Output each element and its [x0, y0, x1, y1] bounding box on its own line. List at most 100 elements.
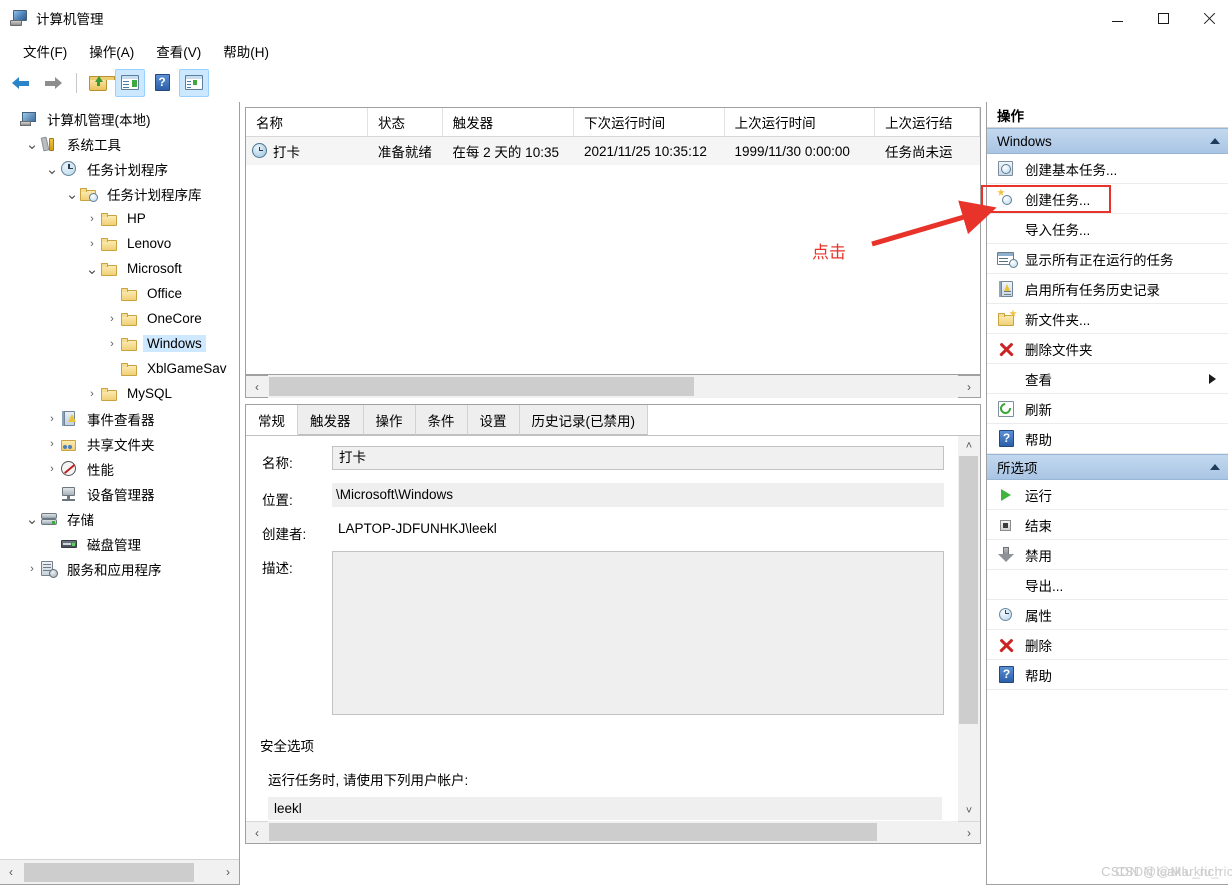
back-button[interactable] — [6, 69, 36, 97]
action-item-新文件夹[interactable]: 新文件夹... — [987, 304, 1228, 334]
menu-action[interactable]: 操作(A) — [78, 38, 145, 64]
forward-button[interactable] — [38, 69, 68, 97]
list-scroll-thumb[interactable] — [269, 377, 694, 396]
chevron-right-icon[interactable]: › — [84, 386, 100, 402]
action-item-帮助[interactable]: ? 帮助 — [987, 660, 1228, 690]
details-hscroll-thumb[interactable] — [269, 823, 877, 841]
action-item-查看[interactable]: 查看 — [987, 364, 1228, 394]
tree-scroll-right-button[interactable]: › — [217, 861, 239, 884]
tree-item-事件查看器[interactable]: › 事件查看器 — [0, 406, 239, 431]
actions-section-header-0[interactable]: Windows — [987, 128, 1228, 154]
tree-item-mysql[interactable]: › MySQL — [0, 381, 239, 406]
submenu-arrow-icon[interactable] — [1209, 373, 1216, 384]
tab-0[interactable]: 常规 — [246, 405, 298, 435]
action-item-属性[interactable]: 属性 — [987, 600, 1228, 630]
tab-2[interactable]: 操作 — [363, 405, 416, 435]
tab-5[interactable]: 历史记录(已禁用) — [519, 405, 648, 435]
chevron-down-icon[interactable]: ⌄ — [24, 136, 40, 153]
details-vscroll-track[interactable] — [958, 456, 980, 801]
tree-item-onecore[interactable]: › OneCore — [0, 306, 239, 331]
tree-item-共享文件夹[interactable]: › 共享文件夹 — [0, 431, 239, 456]
tree-scroll-thumb[interactable] — [24, 862, 194, 882]
task-row[interactable]: 打卡 准备就绪 在每 2 天的 10:35 2021/11/25 10:35:12 19… — [246, 137, 980, 165]
action-item-删除文件夹[interactable]: 删除文件夹 — [987, 334, 1228, 364]
tree-item-windows[interactable]: › Windows — [0, 331, 239, 356]
tree-item-hp[interactable]: › HP — [0, 206, 239, 231]
menu-file[interactable]: 文件(F) — [12, 38, 78, 64]
list-scroll-track[interactable] — [268, 375, 958, 398]
tree-item-磁盘管理[interactable]: 磁盘管理 — [0, 531, 239, 556]
name-field[interactable]: 打卡 — [332, 446, 944, 470]
chevron-right-icon[interactable]: › — [24, 561, 40, 577]
list-scroll-right-button[interactable]: › — [958, 375, 980, 398]
minimize-button[interactable] — [1094, 0, 1140, 36]
details-vertical-scrollbar[interactable]: ˄ ˅ — [958, 436, 980, 821]
tree-item-microsoft[interactable]: ⌄ Microsoft — [0, 256, 239, 281]
chevron-down-icon[interactable]: ⌄ — [84, 261, 100, 278]
details-hscroll-track[interactable] — [268, 821, 958, 843]
tree-item-服务和应用程序[interactable]: › 服务和应用程序 — [0, 556, 239, 581]
list-scroll-left-button[interactable]: ‹ — [246, 375, 268, 398]
column-header-4[interactable]: 上次运行时间 — [725, 108, 876, 136]
tree-item-office[interactable]: Office — [0, 281, 239, 306]
collapse-triangle-icon[interactable] — [1210, 138, 1220, 144]
show-hide-action-pane-button[interactable] — [179, 68, 209, 97]
details-vscroll-thumb[interactable] — [959, 456, 978, 724]
tree-item-存储[interactable]: ⌄ 存储 — [0, 506, 239, 531]
tree-item-lenovo[interactable]: › Lenovo — [0, 231, 239, 256]
tab-1[interactable]: 触发器 — [298, 405, 364, 435]
tree-item-任务计划程序[interactable]: ⌄ 任务计划程序 — [0, 156, 239, 181]
menu-help[interactable]: 帮助(H) — [212, 38, 280, 64]
chevron-down-icon[interactable]: ⌄ — [64, 186, 80, 203]
actions-section-header-1[interactable]: 所选项 — [987, 454, 1228, 480]
chevron-right-icon[interactable]: › — [84, 211, 100, 227]
action-item-创建任务[interactable]: 创建任务... — [981, 184, 1228, 214]
tree-item-任务计划程序库[interactable]: ⌄ 任务计划程序库 — [0, 181, 239, 206]
column-header-0[interactable]: 名称 — [246, 108, 369, 136]
action-item-导出[interactable]: 导出... — [987, 570, 1228, 600]
column-header-5[interactable]: 上次运行结 — [875, 108, 980, 136]
column-header-3[interactable]: 下次运行时间 — [574, 108, 725, 136]
chevron-right-icon[interactable]: › — [44, 461, 60, 477]
chevron-down-icon[interactable]: ⌄ — [44, 161, 60, 178]
chevron-right-icon[interactable]: › — [84, 236, 100, 252]
tree-scroll-left-button[interactable]: ‹ — [0, 861, 22, 884]
tree-item-设备管理器[interactable]: 设备管理器 — [0, 481, 239, 506]
column-header-2[interactable]: 触发器 — [443, 108, 575, 136]
maximize-button[interactable] — [1140, 0, 1186, 36]
action-item-刷新[interactable]: 刷新 — [987, 394, 1228, 424]
menu-view[interactable]: 查看(V) — [145, 38, 212, 64]
tree-item-系统工具[interactable]: ⌄ 系统工具 — [0, 131, 239, 156]
details-scroll-left-button[interactable]: ‹ — [246, 821, 268, 843]
close-button[interactable] — [1186, 0, 1232, 36]
collapse-triangle-icon[interactable] — [1210, 464, 1220, 470]
help-button[interactable]: ? — [147, 69, 177, 97]
tree-item-性能[interactable]: › 性能 — [0, 456, 239, 481]
action-item-结束[interactable]: 结束 — [987, 510, 1228, 540]
action-item-显示所有正在运行的任务[interactable]: 显示所有正在运行的任务 — [987, 244, 1228, 274]
tree-scroll-track[interactable] — [22, 860, 217, 884]
tree-horizontal-scrollbar[interactable]: ‹ › — [0, 859, 239, 884]
action-item-删除[interactable]: 删除 — [987, 630, 1228, 660]
action-item-导入任务[interactable]: 导入任务... — [987, 214, 1228, 244]
chevron-right-icon[interactable]: › — [104, 311, 120, 327]
details-scroll-up-button[interactable]: ˄ — [958, 436, 980, 456]
chevron-right-icon[interactable]: › — [44, 436, 60, 452]
up-one-level-button[interactable] — [83, 69, 115, 97]
chevron-right-icon[interactable]: › — [104, 336, 120, 352]
show-hide-tree-button[interactable] — [115, 68, 145, 97]
chevron-right-icon[interactable]: › — [44, 411, 60, 427]
action-item-帮助[interactable]: ? 帮助 — [987, 424, 1228, 454]
description-field[interactable] — [332, 551, 944, 715]
task-list-horizontal-scrollbar[interactable]: ‹ › — [245, 375, 981, 398]
tab-4[interactable]: 设置 — [467, 405, 520, 435]
details-scroll-right-button[interactable]: › — [958, 821, 980, 843]
action-item-禁用[interactable]: 禁用 — [987, 540, 1228, 570]
column-header-1[interactable]: 状态 — [368, 108, 443, 136]
tree-item-xblgamesav[interactable]: XblGameSav — [0, 356, 239, 381]
action-item-运行[interactable]: 运行 — [987, 480, 1228, 510]
tree-item-计算机管理本地[interactable]: 计算机管理(本地) — [0, 106, 239, 131]
chevron-down-icon[interactable]: ⌄ — [24, 511, 40, 528]
tab-3[interactable]: 条件 — [415, 405, 468, 435]
details-horizontal-scrollbar[interactable]: ‹ › — [246, 821, 980, 843]
